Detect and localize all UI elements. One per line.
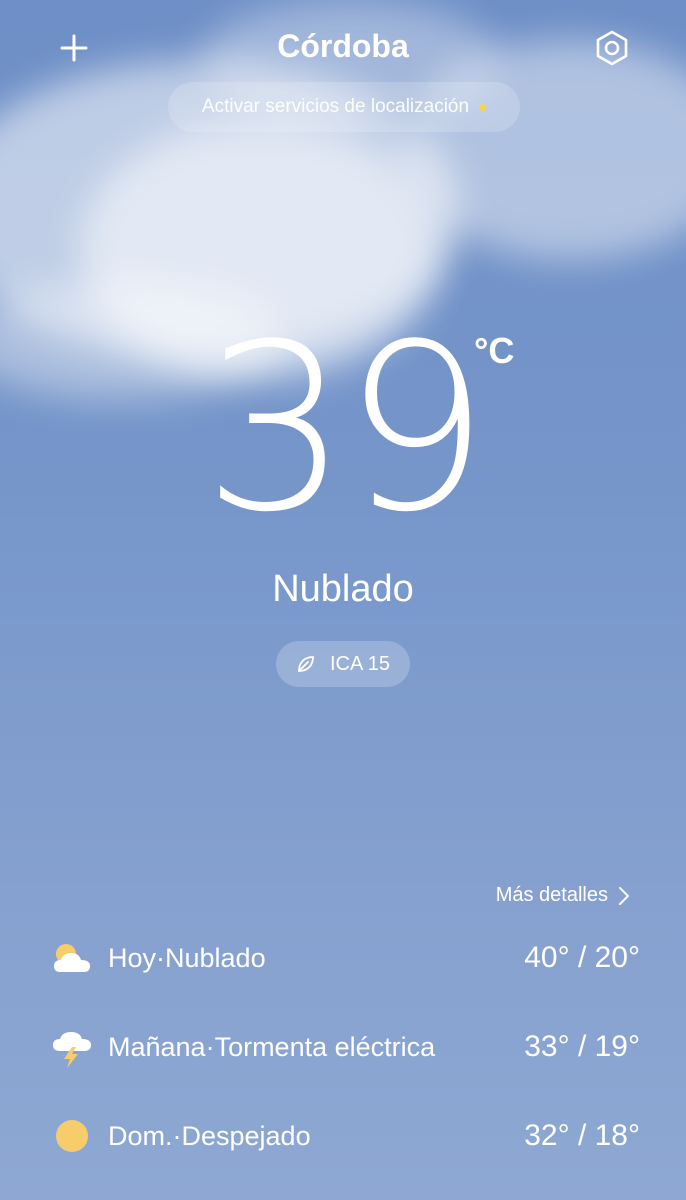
forecast-label: Dom.·Despejado [108, 1120, 311, 1151]
location-prompt-text: Activar servicios de localización [201, 96, 470, 117]
forecast-label: Hoy·Nublado [108, 942, 266, 973]
forecast-row-tomorrow[interactable]: Mañana·Tormenta eléctrica 33° / 19° [50, 1017, 640, 1077]
air-quality-badge[interactable]: ICA 15 [276, 641, 410, 687]
forecast-temps: 32° / 18° [524, 1119, 640, 1152]
leaf-icon [298, 656, 314, 672]
forecast-row-sunday[interactable]: Dom.·Despejado 32° / 18° [50, 1106, 640, 1166]
notification-dot [479, 103, 487, 111]
forecast-temps: 40° / 20° [524, 941, 640, 974]
temperature-value: 39 [202, 296, 490, 563]
city-title: Córdoba [277, 28, 409, 64]
temperature-unit: °C [474, 330, 515, 371]
thunderstorm-icon [50, 1025, 94, 1069]
chevron-right-icon [619, 886, 629, 905]
settings-hexagon-icon [596, 30, 628, 66]
forecast-label: Mañana·Tormenta eléctrica [108, 1031, 436, 1062]
forecast-row-today[interactable]: Hoy·Nublado 40° / 20° [50, 928, 640, 988]
current-temperature: 39 °C [0, 300, 686, 560]
sun-icon [50, 1114, 94, 1158]
more-details-label: Más detalles [495, 884, 608, 906]
cloudy-sun-icon [50, 936, 94, 980]
more-details-link[interactable]: Más detalles [496, 884, 630, 907]
aqi-label: ICA 15 [329, 652, 391, 675]
enable-location-button[interactable]: Activar servicios de localización [168, 82, 520, 132]
current-condition: Nublado [272, 568, 414, 610]
forecast-temps: 33° / 19° [524, 1030, 640, 1063]
settings-button[interactable] [586, 22, 638, 74]
